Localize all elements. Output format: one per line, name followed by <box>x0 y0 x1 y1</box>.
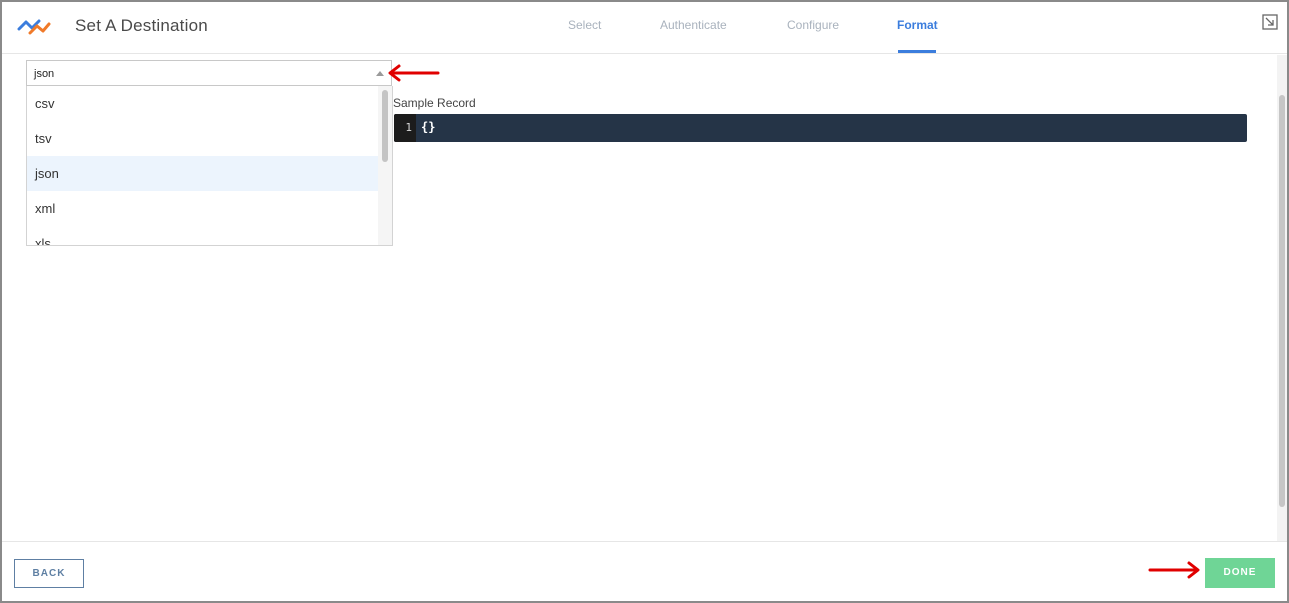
page-scrollbar-thumb[interactable] <box>1279 95 1285 507</box>
code-content: {} <box>421 120 436 134</box>
step-format[interactable]: Format <box>897 18 938 32</box>
format-option-xml[interactable]: xml <box>27 191 378 226</box>
done-button[interactable]: DONE <box>1205 558 1275 588</box>
editor-gutter: 1 <box>394 114 416 142</box>
step-select[interactable]: Select <box>568 18 601 32</box>
expand-icon[interactable] <box>1262 14 1278 30</box>
format-option-csv[interactable]: csv <box>27 86 378 121</box>
format-select-value: json <box>34 68 55 80</box>
main-content: json csv tsv json xml xls Sample Record … <box>2 55 1277 541</box>
caret-up-icon <box>376 71 384 76</box>
left-arrow-icon <box>388 64 440 82</box>
step-configure[interactable]: Configure <box>787 18 839 32</box>
dropdown-scrollbar[interactable] <box>378 86 392 245</box>
line-number: 1 <box>405 121 412 134</box>
footer: BACK DONE <box>2 541 1287 601</box>
format-option-json[interactable]: json <box>27 156 378 191</box>
dropdown-scrollbar-thumb[interactable] <box>382 90 388 162</box>
step-tabs: Select Authenticate Configure Format <box>2 2 1287 54</box>
back-button[interactable]: BACK <box>14 559 84 588</box>
step-authenticate[interactable]: Authenticate <box>660 18 727 32</box>
format-select[interactable]: json <box>26 60 392 86</box>
format-option-xls[interactable]: xls <box>27 226 378 245</box>
format-option-tsv[interactable]: tsv <box>27 121 378 156</box>
sample-record-label: Sample Record <box>393 96 476 110</box>
sample-record-editor[interactable]: 1 {} <box>394 114 1247 142</box>
format-dropdown-list: csv tsv json xml xls <box>26 86 393 246</box>
right-arrow-icon <box>1148 561 1200 579</box>
page-scrollbar[interactable] <box>1277 55 1287 541</box>
active-step-indicator <box>898 50 936 53</box>
header: Set A Destination Select Authenticate Co… <box>2 2 1287 54</box>
